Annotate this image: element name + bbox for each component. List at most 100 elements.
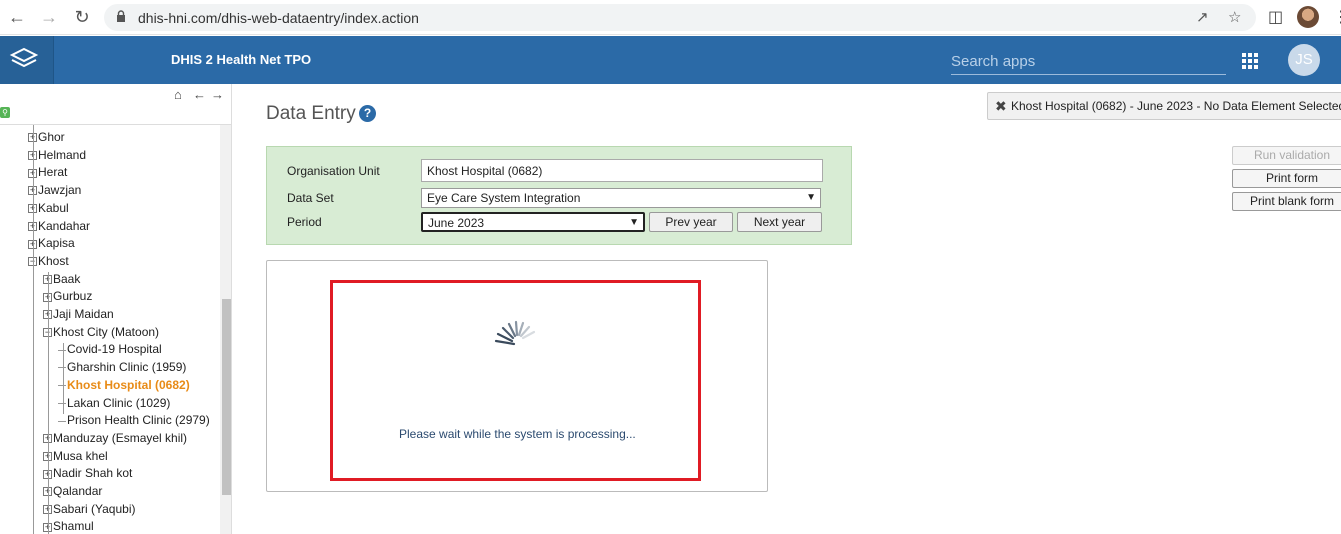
org-unit-field[interactable]: Khost Hospital (0682) — [421, 159, 823, 182]
tree-item[interactable]: +Manduzay (Esmayel khil) — [43, 430, 187, 447]
tree-connector — [58, 402, 66, 404]
data-set-value: Eye Care System Integration — [427, 191, 581, 205]
tree-item[interactable]: Lakan Clinic (1029) — [58, 395, 170, 412]
search-apps-input[interactable] — [951, 49, 1226, 75]
tree-item[interactable]: Prison Health Clinic (2979) — [58, 412, 210, 429]
highlight-box — [330, 280, 701, 481]
org-unit-tree-panel: ⚲ ⌂ ← → +Ghor+Helmand+Herat+Jawzjan+Kabu… — [0, 84, 232, 534]
tree-item[interactable]: +Nadir Shah kot — [43, 465, 132, 482]
menu-dots-icon[interactable]: ⋮ — [1333, 7, 1341, 27]
tree-item-label: Herat — [38, 165, 68, 180]
tree-connector — [58, 420, 66, 422]
tree-item-label: Khost Hospital (0682) — [67, 377, 190, 392]
loading-spinner-icon — [494, 320, 536, 346]
address-bar[interactable]: dhis-hni.com/dhis-web-dataentry/index.ac… — [104, 4, 1256, 31]
tree-item[interactable]: +Gurbuz — [43, 288, 92, 305]
tree-item-label: Nadir Shah kot — [53, 466, 133, 481]
tree-item[interactable]: +Shamul — [43, 518, 94, 534]
tree-item[interactable]: +Kabul — [28, 200, 69, 217]
url-text: dhis-hni.com/dhis-web-dataentry/index.ac… — [138, 10, 419, 26]
tree-item-label: Sabari (Yaqubi) — [53, 501, 136, 516]
wait-message: Please wait while the system is processi… — [399, 427, 636, 441]
selection-info-text: Khost Hospital (0682) - June 2023 - No D… — [1011, 99, 1341, 113]
browser-toolbar: ← → ↻ dhis-hni.com/dhis-web-dataentry/in… — [0, 0, 1341, 35]
tree-item-label: Jawzjan — [38, 183, 82, 198]
forward-arrow-icon[interactable]: → — [38, 6, 60, 28]
next-year-button[interactable]: Next year — [737, 212, 822, 232]
lock-icon — [117, 10, 125, 22]
data-set-label: Data Set — [287, 191, 334, 205]
tree-item[interactable]: +Kandahar — [28, 218, 90, 235]
tree-item-label: Gurbuz — [53, 289, 93, 304]
tree-line — [63, 343, 64, 414]
tree-item[interactable]: −Khost — [28, 253, 69, 270]
page-title: Data Entry — [266, 103, 356, 124]
run-validation-button[interactable]: Run validation — [1232, 146, 1341, 165]
period-label: Period — [287, 215, 322, 229]
print-blank-form-button[interactable]: Print blank form — [1232, 192, 1341, 211]
tree-connector — [58, 385, 66, 387]
tree-item-label: Kapisa — [38, 236, 75, 251]
tree-item[interactable]: Gharshin Clinic (1959) — [58, 359, 186, 376]
period-select[interactable]: June 2023 ▼ — [421, 212, 645, 232]
tree-connector — [58, 367, 66, 369]
tree-toolbar: ⚲ ⌂ ← → — [0, 84, 231, 125]
tree-item-label: Musa khel — [53, 448, 108, 463]
side-panel-icon[interactable]: ◫ — [1268, 7, 1283, 27]
bookmark-star-icon[interactable]: ☆ — [1228, 8, 1241, 26]
tree-forward-icon[interactable]: → — [211, 87, 224, 102]
tree-search-icon[interactable]: ⚲ — [0, 107, 10, 118]
tree-item-label: Kandahar — [38, 218, 91, 233]
apps-grid-icon[interactable] — [1242, 53, 1258, 69]
user-avatar[interactable]: JS — [1288, 44, 1320, 76]
tree-item[interactable]: +Sabari (Yaqubi) — [43, 501, 136, 518]
tree-item[interactable]: +Jaji Maidan — [43, 306, 114, 323]
tree-item[interactable]: +Musa khel — [43, 448, 108, 465]
print-form-button[interactable]: Print form — [1232, 169, 1341, 188]
org-unit-label: Organisation Unit — [287, 164, 380, 178]
share-icon[interactable]: ↗ — [1196, 8, 1209, 26]
prev-year-button[interactable]: Prev year — [649, 212, 733, 232]
tree-scrollbar-thumb[interactable] — [222, 299, 231, 495]
tree-item[interactable]: +Jawzjan — [28, 182, 81, 199]
data-set-select[interactable]: Eye Care System Integration ▼ — [421, 188, 821, 208]
chevron-down-icon: ▼ — [629, 217, 639, 228]
tree-back-icon[interactable]: ← — [193, 87, 206, 102]
selection-panel: Organisation Unit Khost Hospital (0682) … — [266, 146, 852, 245]
tree-item[interactable]: Khost Hospital (0682) — [58, 377, 190, 394]
tree-item-label: Jaji Maidan — [53, 307, 114, 321]
tree-item-label: Helmand — [38, 147, 87, 162]
tree-item[interactable]: +Kapisa — [28, 235, 75, 252]
tree-item[interactable]: Covid-19 Hospital — [58, 341, 162, 358]
chevron-down-icon: ▼ — [806, 192, 816, 203]
back-arrow-icon[interactable]: ← — [6, 6, 28, 28]
dhis-logo-icon — [9, 47, 39, 68]
help-icon[interactable]: ? — [359, 105, 376, 122]
tree-item-label: Shamul — [53, 519, 94, 534]
app-title: DHIS 2 Health Net TPO — [171, 52, 312, 67]
tree-item-label: Gharshin Clinic (1959) — [67, 360, 187, 375]
reload-icon[interactable]: ↻ — [71, 6, 93, 28]
home-icon[interactable]: ⌂ — [174, 87, 182, 102]
tree-item-label: Khost — [38, 253, 69, 268]
tree-item-label: Qalandar — [53, 484, 103, 498]
tree-item-label: Prison Health Clinic (2979) — [67, 413, 210, 428]
tree-item-label: Covid-19 Hospital — [67, 342, 162, 357]
tree-line — [33, 125, 34, 534]
profile-avatar[interactable] — [1297, 6, 1319, 28]
tree-item[interactable]: +Qalandar — [43, 483, 102, 500]
close-icon[interactable]: ✖ — [995, 93, 1007, 119]
tree-line — [48, 272, 49, 534]
tree-item-label: Manduzay (Esmayel khil) — [53, 430, 188, 445]
tree-item-label: Lakan Clinic (1029) — [67, 395, 171, 410]
app-header: DHIS 2 Health Net TPO JS — [0, 36, 1341, 84]
tree-item-label: Kabul — [38, 200, 69, 215]
period-value: June 2023 — [428, 216, 485, 230]
selection-info-bar: ✖ Khost Hospital (0682) - June 2023 - No… — [987, 92, 1341, 120]
tree-item-label: Ghor — [38, 130, 65, 144]
tree-item-label: Baak — [53, 271, 81, 286]
tree-item[interactable]: −Khost City (Matoon) — [43, 324, 159, 341]
tree-item[interactable]: +Helmand — [28, 147, 86, 164]
tree-item-label: Khost City (Matoon) — [53, 324, 160, 339]
dhis-logo[interactable] — [0, 36, 54, 84]
